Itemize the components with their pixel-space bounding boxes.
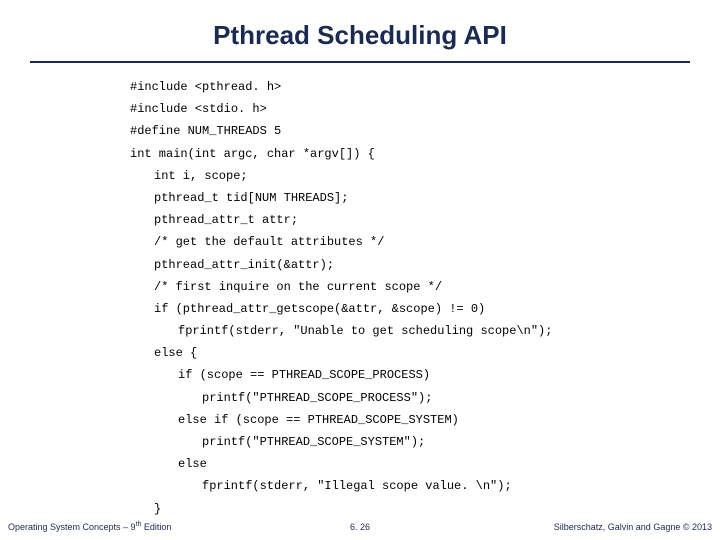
code-line: int main(int argc, char *argv[]) { [130,146,690,162]
code-line: if (pthread_attr_getscope(&attr, &scope)… [130,301,690,317]
footer-left-text-a: Operating System Concepts – 9 [8,522,136,532]
code-line: fprintf(stderr, "Illegal scope value. \n… [130,478,690,494]
code-line: printf("PTHREAD_SCOPE_SYSTEM"); [130,434,690,450]
footer-left-text-b: Edition [141,522,171,532]
code-line: else if (scope == PTHREAD_SCOPE_SYSTEM) [130,412,690,428]
code-line: pthread_t tid[NUM THREADS]; [130,190,690,206]
footer-right: Silberschatz, Galvin and Gagne © 2013 [554,522,712,532]
code-line: pthread_attr_t attr; [130,212,690,228]
code-block: #include <pthread. h> #include <stdio. h… [130,79,690,517]
slide-title: Pthread Scheduling API [213,20,507,55]
code-line: /* get the default attributes */ [130,234,690,250]
code-line: else [130,456,690,472]
title-area: Pthread Scheduling API [0,0,720,63]
code-line: printf("PTHREAD_SCOPE_PROCESS"); [130,390,690,406]
code-line: fprintf(stderr, "Unable to get schedulin… [130,323,690,339]
code-line: #include <stdio. h> [130,101,690,117]
title-underline [30,61,690,63]
code-line: if (scope == PTHREAD_SCOPE_PROCESS) [130,367,690,383]
code-line: #define NUM_THREADS 5 [130,123,690,139]
footer: Operating System Concepts – 9th Edition … [0,514,720,532]
code-line: /* first inquire on the current scope */ [130,279,690,295]
footer-left: Operating System Concepts – 9th Edition [8,521,171,532]
code-line: #include <pthread. h> [130,79,690,95]
code-line: pthread_attr_init(&attr); [130,257,690,273]
slide: Pthread Scheduling API #include <pthread… [0,0,720,540]
footer-center: 6. 26 [350,522,370,532]
code-line: else { [130,345,690,361]
code-line: int i, scope; [130,168,690,184]
